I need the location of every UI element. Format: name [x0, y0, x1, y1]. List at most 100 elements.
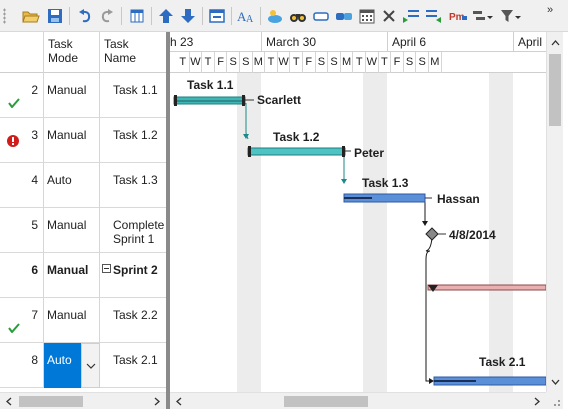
task-name[interactable]: Task 1.1: [100, 73, 166, 118]
week-label: h 23: [170, 35, 194, 49]
day-label: F: [215, 52, 228, 73]
table-row[interactable]: 2 Manual Task 1.1: [0, 73, 166, 118]
task-mode[interactable]: Manual: [44, 298, 100, 343]
chevron-down-icon[interactable]: [81, 343, 100, 388]
day-label: M: [429, 52, 442, 73]
task-bar-1-2: [247, 147, 346, 156]
timescale-days: TWTFSSMTWTFSSMTWTFSSM: [170, 52, 546, 73]
split-icon[interactable]: [472, 6, 494, 26]
rectangle-icon[interactable]: [310, 6, 332, 26]
day-label: T: [353, 52, 366, 73]
summary-bar-sprint-2: [427, 284, 546, 291]
task-name[interactable]: Task 1.2: [100, 118, 166, 163]
header-task-name[interactable]: Task Name: [100, 32, 166, 73]
table-row[interactable]: 8 Auto Task 2.1: [0, 343, 166, 388]
pm-icon[interactable]: Pm: [447, 6, 469, 26]
day-label: S: [240, 52, 253, 73]
add-icon[interactable]: [264, 6, 286, 26]
grid-scroll-thumb[interactable]: [19, 396, 83, 407]
week-label: April 6: [392, 35, 427, 49]
toolbar-separator: [260, 7, 261, 25]
open-folder-icon[interactable]: [20, 6, 42, 26]
redo-icon[interactable]: [96, 6, 118, 26]
vertical-scrollbar[interactable]: [546, 32, 563, 392]
svg-text:A: A: [246, 14, 254, 24]
task-mode[interactable]: Auto: [44, 163, 100, 208]
toolbar-separator: [202, 7, 203, 25]
day-label: M: [341, 52, 354, 73]
font-icon[interactable]: AA: [235, 6, 257, 26]
gantt-chart: h 23 March 30 April 6 April 13 TWTFSSMTW…: [170, 32, 546, 392]
check-icon: [8, 322, 20, 336]
week-divider: [261, 32, 262, 52]
outdent-icon[interactable]: [423, 6, 445, 26]
move-up-icon[interactable]: [155, 6, 177, 26]
chevron-up-icon[interactable]: [547, 34, 564, 51]
day-label: T: [379, 52, 392, 73]
chart-scroll-thumb[interactable]: [284, 396, 368, 407]
chevron-left-icon[interactable]: [170, 393, 187, 410]
move-down-icon[interactable]: [177, 6, 199, 26]
day-label: T: [265, 52, 278, 73]
toolbar-separator: [121, 7, 122, 25]
undo-icon[interactable]: [74, 6, 96, 26]
toolbar-overflow-button[interactable]: »: [547, 4, 553, 16]
indent-icon[interactable]: [400, 6, 422, 26]
check-icon: [8, 97, 20, 111]
day-label: F: [303, 52, 316, 73]
grid-horizontal-scrollbar[interactable]: [0, 392, 166, 409]
bar-label: Task 1.3: [362, 176, 409, 190]
save-icon[interactable]: [44, 6, 66, 26]
task-name[interactable]: Task 1.3: [100, 163, 166, 208]
day-label: W: [366, 52, 379, 73]
task-grid: Task Mode Task Name 2 Manual Task 1.1 3 …: [0, 32, 166, 392]
link-icon[interactable]: [333, 6, 355, 26]
chevron-left-icon[interactable]: [0, 393, 17, 410]
toolbar-separator: [69, 7, 70, 25]
chart-horizontal-scrollbar[interactable]: [170, 392, 546, 409]
task-mode[interactable]: Manual: [44, 253, 100, 298]
error-icon: [7, 135, 19, 150]
chevron-right-icon[interactable]: [528, 393, 545, 410]
resize-grip-icon[interactable]: [546, 392, 563, 409]
table-row[interactable]: 5 Manual Complete Sprint 1: [0, 208, 166, 253]
task-mode[interactable]: Manual: [44, 118, 100, 163]
resource-label: Hassan: [437, 192, 480, 206]
day-label: S: [416, 52, 429, 73]
header-task-mode[interactable]: Task Mode: [44, 32, 100, 73]
day-label: T: [290, 52, 303, 73]
window-icon[interactable]: [206, 6, 228, 26]
columns-icon[interactable]: [126, 6, 148, 26]
day-label: T: [177, 52, 190, 73]
table-row[interactable]: 4 Auto Task 1.3: [0, 163, 166, 208]
day-label: S: [404, 52, 417, 73]
milestone-date-label: 4/8/2014: [449, 228, 496, 242]
task-mode[interactable]: Manual: [44, 73, 100, 118]
day-label: W: [278, 52, 291, 73]
day-label: S: [227, 52, 240, 73]
calendar-icon[interactable]: [356, 6, 378, 26]
table-row[interactable]: 7 Manual Task 2.2: [0, 298, 166, 343]
task-name[interactable]: Sprint 2: [100, 253, 166, 298]
day-label: F: [391, 52, 404, 73]
table-row[interactable]: 3 Manual Task 1.2: [0, 118, 166, 163]
task-name[interactable]: Complete Sprint 1: [100, 208, 166, 253]
task-name[interactable]: Task 2.1: [100, 343, 166, 388]
day-label: T: [202, 52, 215, 73]
toolbar-grip[interactable]: [3, 8, 6, 24]
binoculars-icon[interactable]: [287, 6, 309, 26]
task-mode-select[interactable]: Auto: [44, 343, 81, 388]
week-divider: [513, 32, 514, 52]
chevron-right-icon[interactable]: [148, 393, 165, 410]
task-mode[interactable]: Manual: [44, 208, 100, 253]
filter-icon[interactable]: [500, 6, 522, 26]
collapse-icon[interactable]: [102, 264, 111, 273]
task-name-text: Complete Sprint 1: [113, 218, 165, 246]
vertical-scroll-thumb[interactable]: [549, 54, 561, 126]
task-name[interactable]: Task 2.2: [100, 298, 166, 343]
delete-icon[interactable]: [378, 6, 400, 26]
table-row[interactable]: 6 Manual Sprint 2: [0, 253, 166, 298]
bar-label: Task 1.1: [187, 78, 234, 92]
chevron-down-icon[interactable]: [547, 373, 564, 390]
gantt-body: Task 1.1 Scarlett Task 1.2 Peter Task 1.…: [170, 73, 546, 392]
